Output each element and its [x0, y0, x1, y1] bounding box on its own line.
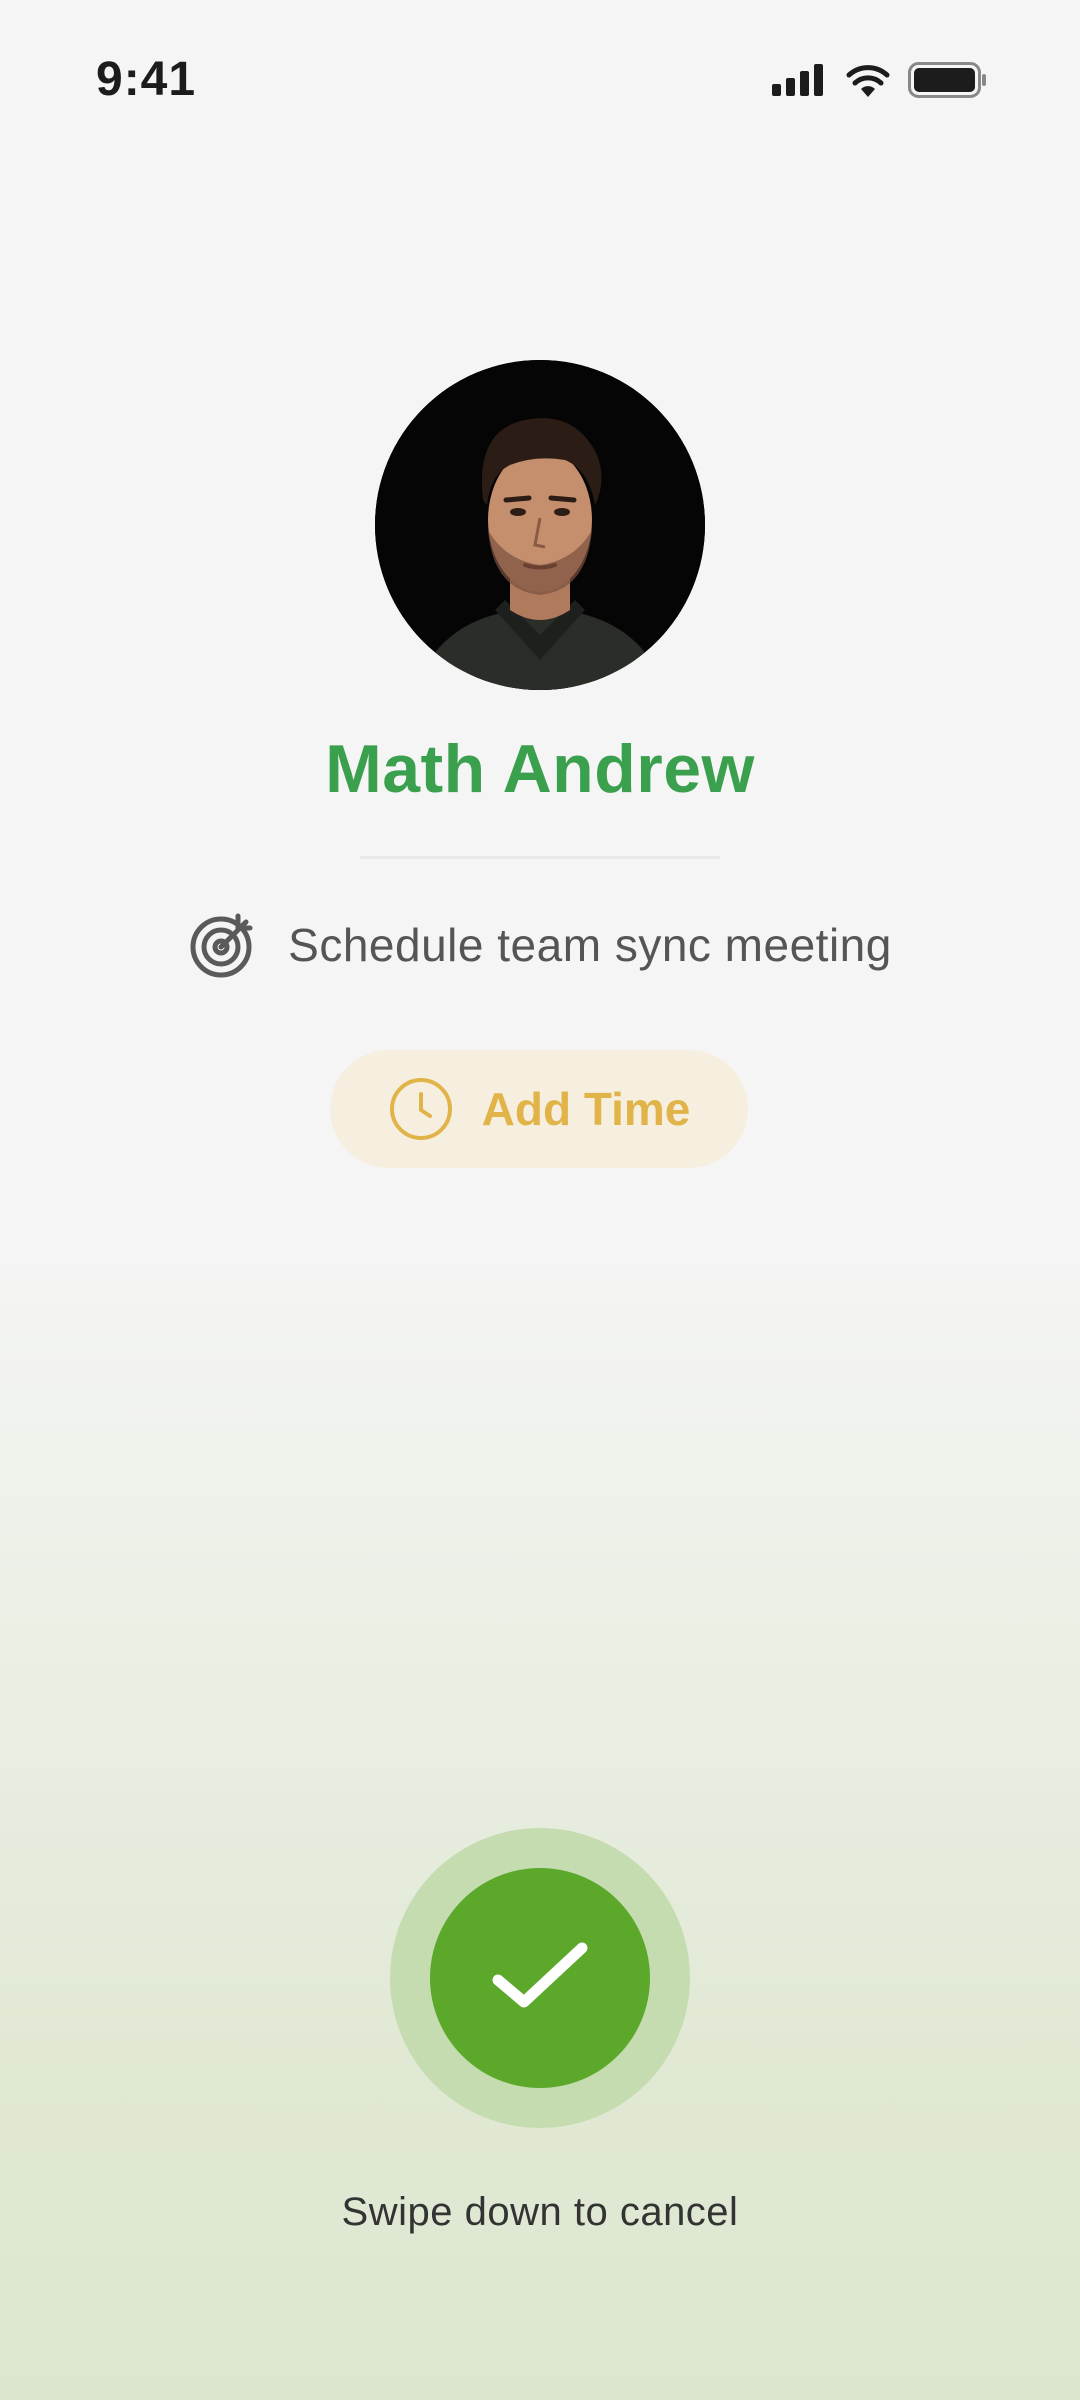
add-time-button[interactable]: Add Time [330, 1050, 748, 1168]
swipe-hint: Swipe down to cancel [341, 2190, 739, 2234]
status-bar: 9:41 [0, 0, 1080, 160]
avatar [375, 360, 705, 690]
wifi-icon [846, 65, 890, 97]
status-time: 9:41 [96, 53, 197, 106]
battery-icon [908, 62, 986, 98]
status-icons [772, 62, 988, 98]
avatar-photo [375, 360, 705, 690]
confirm-button[interactable] [430, 1868, 650, 2088]
task-row: Schedule team sync meeting [0, 910, 1080, 980]
clock-icon [389, 1078, 452, 1140]
checkmark-icon [492, 1942, 588, 2008]
contact-name: Math Andrew [325, 731, 755, 807]
task-text: Schedule team sync meeting [288, 919, 892, 971]
divider [360, 856, 720, 859]
add-time-label: Add Time [481, 1083, 691, 1135]
target-icon [190, 913, 253, 978]
signal-icon [772, 64, 823, 96]
